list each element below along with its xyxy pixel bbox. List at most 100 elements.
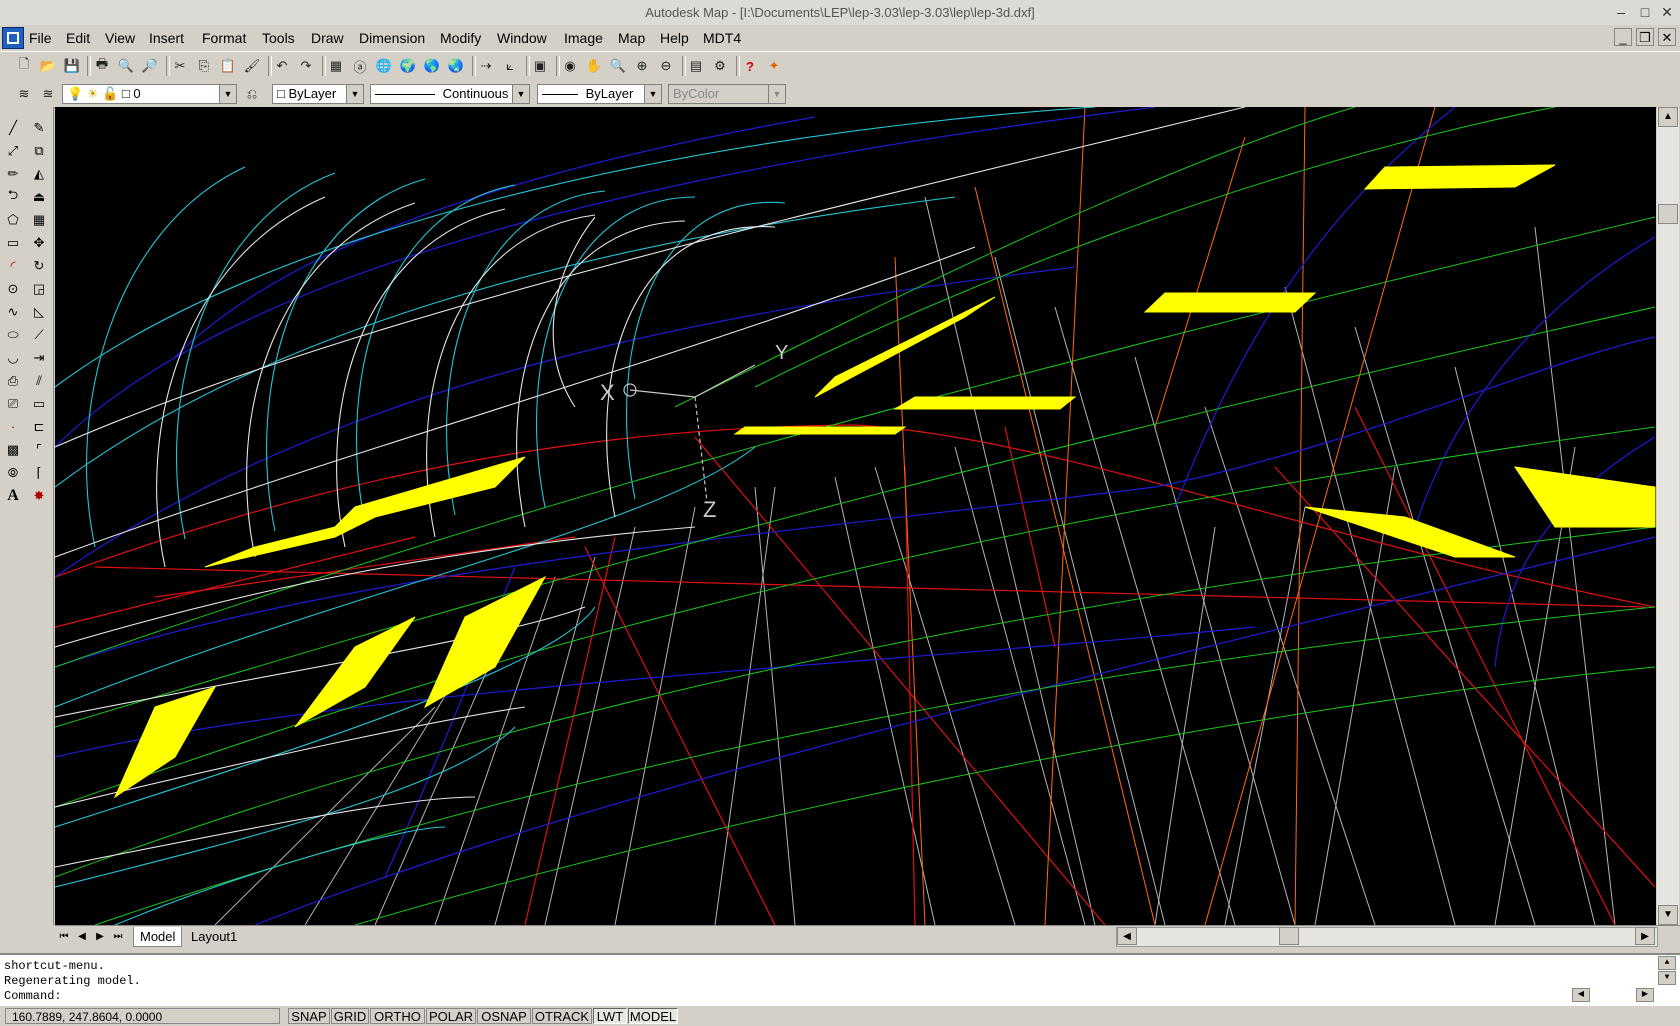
help-icon[interactable]: ? (740, 56, 760, 76)
horizontal-scrollbar[interactable]: ◀ ▶ (1116, 927, 1658, 947)
menu-image[interactable]: Image (564, 30, 603, 46)
construction-line-icon[interactable]: ⤢ (2, 140, 24, 161)
lineweight-dropdown[interactable]: ByLayer ▼ (537, 84, 662, 104)
today-icon[interactable]: ⓐ (350, 56, 370, 76)
whats-this-icon[interactable]: ✦ (764, 56, 784, 76)
array-icon[interactable]: ▦ (28, 209, 50, 230)
tab-model[interactable]: Model (133, 927, 183, 947)
make-block-icon[interactable]: ⎚ (2, 393, 24, 414)
next-tab-button[interactable]: ▶ (91, 928, 109, 946)
menu-map[interactable]: Map (618, 30, 645, 46)
match-properties-icon[interactable]: 🖌 (242, 56, 262, 76)
orbit-icon[interactable]: ◉ (560, 56, 580, 76)
polygon-icon[interactable]: ⬠ (2, 209, 24, 230)
ortho-toggle[interactable]: ORTHO (370, 1008, 425, 1024)
web-icon[interactable]: 🌐 (374, 56, 394, 76)
tab-layout1[interactable]: Layout1 (185, 927, 243, 946)
zoom-window-icon[interactable]: ⊕ (632, 56, 652, 76)
layer-manager-icon[interactable]: ≋ (14, 84, 34, 104)
chevron-down-icon[interactable]: ▼ (219, 85, 236, 103)
menu-help[interactable]: Help (660, 30, 689, 46)
scroll-right-button[interactable]: ▶ (1635, 927, 1655, 945)
vertical-scroll-thumb[interactable] (1658, 204, 1678, 224)
doc-minimize-button[interactable]: _ (1614, 28, 1632, 46)
arc-icon[interactable]: ◜ (2, 255, 24, 276)
menu-mdt4[interactable]: MDT4 (703, 30, 741, 46)
layer-previous-icon[interactable]: ≊ (38, 84, 58, 104)
menu-modify[interactable]: Modify (440, 30, 481, 46)
menu-format[interactable]: Format (202, 30, 246, 46)
undo-icon[interactable]: ↶ (272, 56, 292, 76)
mirror-icon[interactable]: ◭ (28, 163, 50, 184)
ellipse-arc-icon[interactable]: ◡ (2, 347, 24, 368)
break-icon[interactable]: ⫽ (28, 370, 50, 391)
menu-dimension[interactable]: Dimension (359, 30, 425, 46)
grid-toggle[interactable]: GRID (331, 1008, 369, 1024)
circle-icon[interactable]: ⊙ (2, 278, 24, 299)
extend-icon[interactable]: ⇥ (28, 347, 50, 368)
print-icon[interactable]: 🖶 (92, 56, 112, 76)
rectangle-icon[interactable]: ▭ (2, 232, 24, 253)
menu-window[interactable]: Window (497, 30, 547, 46)
rotate-icon[interactable]: ↻ (28, 255, 50, 276)
layer-dropdown[interactable]: 💡 ☀ 🔓 □ 0 ▼ (62, 84, 237, 104)
offset-icon[interactable]: ⏏ (28, 186, 50, 207)
explode-icon[interactable]: ✸ (28, 485, 50, 506)
distance-icon[interactable]: ⟀ (500, 56, 520, 76)
chevron-down-icon[interactable]: ▼ (644, 85, 661, 103)
break-at-point-icon[interactable]: ▭ (28, 393, 50, 414)
linetype-dropdown[interactable]: Continuous ▼ (370, 84, 530, 104)
insert-block-icon[interactable]: ⎙ (2, 370, 24, 391)
cmd-scroll-up-button[interactable]: ▲ (1658, 956, 1676, 970)
app-icon[interactable] (2, 27, 24, 49)
horizontal-scroll-thumb[interactable] (1279, 927, 1299, 945)
menu-file[interactable]: File (29, 30, 52, 46)
maximize-button[interactable]: □ (1636, 3, 1654, 21)
cmd-scroll-down-button[interactable]: ▼ (1658, 971, 1676, 985)
open-icon[interactable]: 📂 (38, 56, 58, 76)
scale-icon[interactable]: ◲ (28, 278, 50, 299)
internet-icon[interactable]: 🌏 (446, 56, 466, 76)
trim-icon[interactable]: ⟋ (28, 324, 50, 345)
save-icon[interactable]: 💾 (62, 56, 82, 76)
hyperlink-icon[interactable]: 🌍 (398, 56, 418, 76)
color-dropdown[interactable]: □ ByLayer ▼ (272, 84, 364, 104)
chevron-down-icon[interactable]: ▼ (512, 85, 529, 103)
fillet-icon[interactable]: ⌈ (28, 462, 50, 483)
menu-edit[interactable]: Edit (66, 30, 90, 46)
prev-tab-button[interactable]: ◀ (73, 928, 91, 946)
menu-view[interactable]: View (105, 30, 135, 46)
polar-toggle[interactable]: POLAR (426, 1008, 476, 1024)
zoom-realtime-icon[interactable]: 🔍 (608, 56, 628, 76)
region-icon[interactable]: ⦾ (2, 462, 24, 483)
first-tab-button[interactable]: ⏮ (55, 928, 73, 946)
menu-tools[interactable]: Tools (262, 30, 295, 46)
last-tab-button[interactable]: ⏭ (109, 928, 127, 946)
model-toggle[interactable]: MODEL (628, 1008, 678, 1024)
design-center-icon[interactable]: ▦ (326, 56, 346, 76)
cut-icon[interactable]: ✂ (170, 56, 190, 76)
new-icon[interactable]: 🗋 (14, 56, 34, 76)
ucs-icon[interactable]: ⇢ (476, 56, 496, 76)
cmd-scroll-right-button[interactable]: ▶ (1636, 988, 1654, 1002)
menu-insert[interactable]: Insert (149, 30, 184, 46)
ellipse-icon[interactable]: ⬭ (2, 324, 24, 345)
doc-restore-button[interactable]: ❐ (1636, 28, 1654, 46)
copy-icon[interactable]: ⎘ (194, 56, 214, 76)
hatch-icon[interactable]: ▩ (2, 439, 24, 460)
multiline-text-icon[interactable]: A (2, 485, 24, 506)
snap-toggle[interactable]: SNAP (288, 1008, 330, 1024)
scroll-down-button[interactable]: ▼ (1658, 905, 1678, 925)
chamfer-icon[interactable]: ⌜ (28, 439, 50, 460)
redo-icon[interactable]: ↷ (296, 56, 316, 76)
move-icon[interactable]: ✥ (28, 232, 50, 253)
cmd-scroll-left-button[interactable]: ◀ (1572, 988, 1590, 1002)
doc-close-button[interactable]: ✕ (1658, 28, 1676, 46)
polyline-icon[interactable]: ⮌ (2, 186, 24, 207)
otrack-toggle[interactable]: OTRACK (532, 1008, 592, 1024)
model-space-viewport[interactable]: X Y Z (55, 107, 1656, 925)
command-input[interactable] (70, 989, 1570, 1003)
make-object-layer-current-icon[interactable]: ⎌ (242, 84, 262, 104)
scroll-left-button[interactable]: ◀ (1117, 927, 1137, 945)
multiline-icon[interactable]: ✏ (2, 163, 24, 184)
